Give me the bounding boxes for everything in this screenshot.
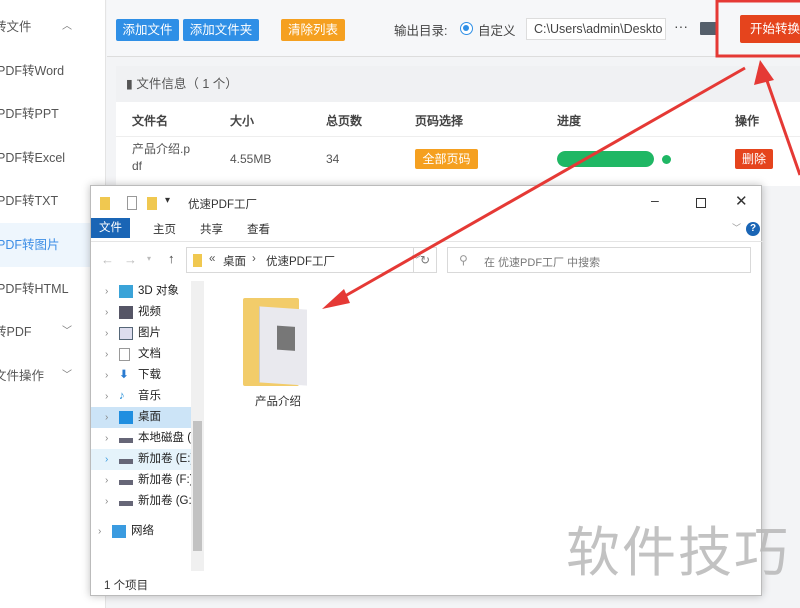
highlight-box [715, 0, 800, 58]
arrow-head [322, 289, 350, 309]
annotation-arrow [763, 74, 800, 176]
annotation-arrow [337, 66, 746, 302]
arrow-head [754, 60, 774, 85]
annotation-overlay [322, 0, 800, 309]
